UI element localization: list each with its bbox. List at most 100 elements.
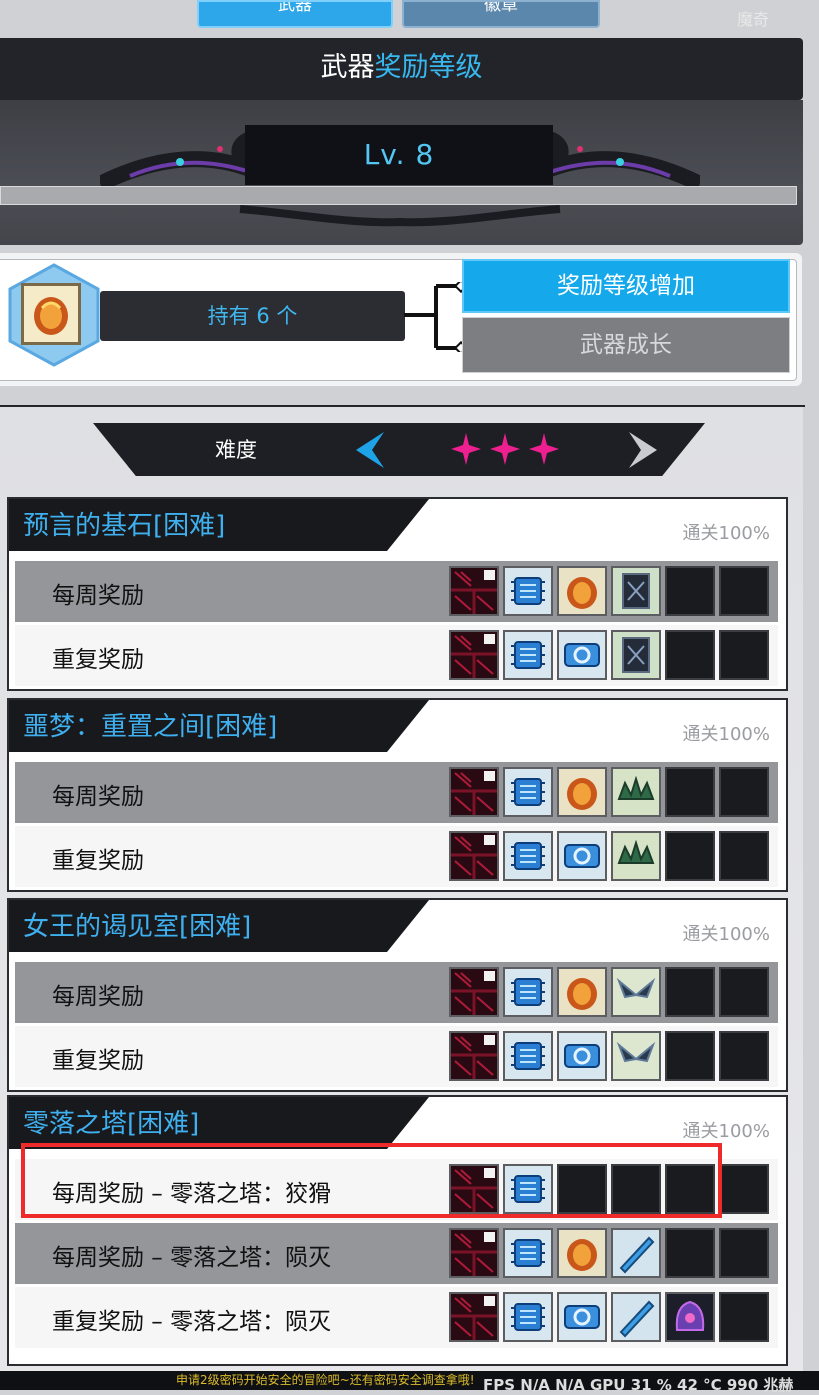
- tab-emblem[interactable]: 徽章: [402, 0, 600, 28]
- page-title: 武器奖励等级: [0, 38, 803, 100]
- reward-row[interactable]: 每周奖励: [15, 962, 778, 1023]
- card-icon[interactable]: [611, 630, 661, 680]
- reward-row[interactable]: 每周奖励 – 零落之塔：陨灭: [15, 1223, 778, 1284]
- reward-row[interactable]: 每周奖励: [15, 762, 778, 823]
- empty-slot: [665, 1228, 715, 1278]
- empty-slot: [719, 1031, 769, 1081]
- helm-icon[interactable]: [665, 1292, 715, 1342]
- chip-icon[interactable]: [503, 1228, 553, 1278]
- reward-row[interactable]: 重复奖励 – 零落之塔：陨灭: [15, 1287, 778, 1348]
- stage-panel: 零落之塔[困难] 通关100% 每周奖励 – 零落之塔：狡猾 每周奖励 – 零落之塔：…: [7, 1095, 788, 1366]
- reward-row[interactable]: 重复奖励: [15, 625, 778, 686]
- difficulty-stars: [451, 433, 559, 465]
- shirt-icon[interactable]: [449, 1292, 499, 1342]
- blade-icon[interactable]: [611, 1292, 661, 1342]
- ticket-icon[interactable]: [557, 630, 607, 680]
- reward-slots: [449, 967, 769, 1017]
- seed-icon[interactable]: [557, 1228, 607, 1278]
- empty-slot: [665, 767, 715, 817]
- empty-slot: [719, 630, 769, 680]
- reward-slots: [449, 566, 769, 616]
- ticket-icon[interactable]: [557, 831, 607, 881]
- hold-count: 持有 6 个: [100, 291, 405, 341]
- chip-icon[interactable]: [503, 831, 553, 881]
- crown-icon[interactable]: [611, 767, 661, 817]
- shirt-icon[interactable]: [449, 1031, 499, 1081]
- tab-weapon[interactable]: 武器: [197, 0, 393, 28]
- fps-overlay: FPS N/A N/A GPU 31 % 42 °C 990 兆赫: [483, 1376, 794, 1394]
- shirt-icon[interactable]: [449, 967, 499, 1017]
- empty-slot: [665, 630, 715, 680]
- ticket-icon[interactable]: [557, 1031, 607, 1081]
- shirt-icon[interactable]: [449, 1228, 499, 1278]
- reward-row[interactable]: 重复奖励: [15, 1026, 778, 1087]
- empty-slot: [719, 831, 769, 881]
- shirt-icon[interactable]: [449, 831, 499, 881]
- empty-slot: [719, 767, 769, 817]
- reward-row[interactable]: 重复奖励: [15, 826, 778, 887]
- chip-icon[interactable]: [503, 566, 553, 616]
- reward-row-label: 重复奖励: [52, 1048, 144, 1074]
- seed-icon[interactable]: [557, 767, 607, 817]
- stage-title: 女王的谒见室[困难]: [23, 912, 252, 942]
- top-right-label: 魔奇: [736, 10, 769, 29]
- reward-row[interactable]: 每周奖励: [15, 561, 778, 622]
- stage-panel: 噩梦：重置之间[困难] 通关100% 每周奖励重复奖励: [7, 698, 788, 892]
- arrow-left-icon[interactable]: [352, 430, 386, 470]
- wing-icon[interactable]: [611, 1031, 661, 1081]
- arrow-right-icon[interactable]: [627, 430, 661, 470]
- difficulty-label: 难度: [215, 438, 257, 462]
- reward-row-label: 每周奖励: [52, 583, 144, 609]
- level-progress-bar: [0, 186, 797, 205]
- shirt-icon[interactable]: [449, 566, 499, 616]
- empty-slot: [719, 1228, 769, 1278]
- highlight-box: [21, 1143, 722, 1218]
- reward-row-label: 重复奖励: [52, 647, 144, 673]
- empty-slot: [665, 1031, 715, 1081]
- seed-icon: [34, 297, 68, 335]
- chip-icon[interactable]: [503, 767, 553, 817]
- level-display: Lv. 8: [245, 125, 553, 185]
- chip-icon[interactable]: [503, 967, 553, 1017]
- chip-icon[interactable]: [503, 1031, 553, 1081]
- shirt-icon[interactable]: [449, 767, 499, 817]
- card-icon[interactable]: [611, 566, 661, 616]
- wing-icon[interactable]: [611, 967, 661, 1017]
- seed-icon[interactable]: [557, 967, 607, 1017]
- growth-seed-item[interactable]: [21, 283, 81, 345]
- stage-title: 噩梦：重置之间[困难]: [23, 712, 278, 742]
- empty-slot: [665, 967, 715, 1017]
- difficulty-bar: [93, 423, 705, 476]
- stage-clear-rate: 通关100%: [682, 724, 770, 745]
- empty-slot: [665, 831, 715, 881]
- reward-slots: [449, 1031, 769, 1081]
- chip-icon[interactable]: [503, 630, 553, 680]
- seed-icon[interactable]: [557, 566, 607, 616]
- reward-slots: [449, 767, 769, 817]
- weapon-growth-button[interactable]: 武器成长: [462, 317, 790, 373]
- title-part-weapon: 武器: [320, 52, 375, 83]
- shirt-icon[interactable]: [449, 630, 499, 680]
- reward-row-label: 重复奖励: [52, 848, 144, 874]
- reward-row-label: 每周奖励: [52, 784, 144, 810]
- empty-slot: [719, 1164, 769, 1214]
- stage-clear-rate: 通关100%: [682, 924, 770, 945]
- notice-text: 申请2级密码开始安全的冒险吧~还有密码安全调查拿哦!: [176, 1373, 475, 1387]
- stage-clear-rate: 通关100%: [682, 523, 770, 544]
- reward-level-up-button[interactable]: 奖励等级增加: [462, 259, 790, 313]
- ticket-icon[interactable]: [557, 1292, 607, 1342]
- stage-title: 零落之塔[困难]: [23, 1109, 200, 1139]
- chip-icon[interactable]: [503, 1292, 553, 1342]
- reward-slots: [449, 630, 769, 680]
- reward-row-label: 重复奖励 – 零落之塔：陨灭: [52, 1309, 332, 1335]
- branch-connector: [404, 282, 464, 352]
- reward-slots: [449, 1292, 769, 1342]
- empty-slot: [719, 967, 769, 1017]
- reward-row-label: 每周奖励 – 零落之塔：陨灭: [52, 1245, 332, 1271]
- blade-icon[interactable]: [611, 1228, 661, 1278]
- empty-slot: [719, 566, 769, 616]
- empty-slot: [665, 566, 715, 616]
- crown-icon[interactable]: [611, 831, 661, 881]
- stage-title: 预言的基石[困难]: [23, 511, 226, 541]
- empty-slot: [719, 1292, 769, 1342]
